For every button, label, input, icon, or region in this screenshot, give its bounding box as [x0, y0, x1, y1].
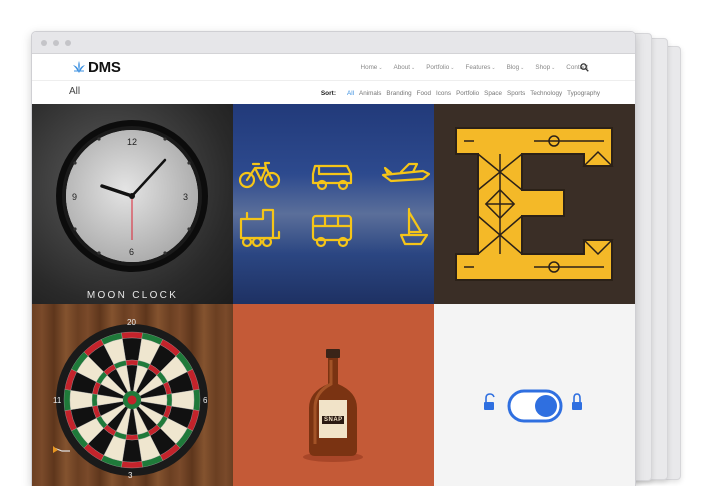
dartboard-segment [63, 389, 71, 411]
sort-option-typography[interactable]: Typography [567, 90, 600, 97]
chevron-down-icon: ⌄ [410, 64, 416, 71]
chevron-down-icon: ⌄ [551, 64, 556, 71]
nav-item-label: Shop [535, 63, 551, 71]
browser-titlebar [32, 32, 635, 54]
dartboard-segment [125, 434, 139, 441]
sort-filters: Sort: All Animals Branding Food Icons Portfol… [321, 81, 600, 105]
bottle-label: SNAP [324, 417, 343, 423]
tile-snap-bottle[interactable]: SNAP [233, 304, 434, 486]
site-logo[interactable]: DMS [72, 58, 121, 76]
dartboard-segment [125, 359, 139, 366]
chevron-down-icon: ⌄ [491, 64, 496, 71]
tile-moon-clock[interactable]: 12 3 6 9 MOON CLOCK [32, 104, 233, 304]
window-dot[interactable] [41, 40, 47, 46]
dart-number-20: 20 [127, 318, 136, 327]
dartboard-segment [91, 393, 98, 407]
sort-option-technology[interactable]: Technology [530, 90, 562, 97]
sort-option-food[interactable]: Food [417, 90, 431, 97]
tile-caption: MOON CLOCK [86, 290, 179, 301]
bus-icon [311, 214, 353, 248]
sailboat-icon [399, 207, 429, 246]
dartboard-segment [121, 331, 143, 339]
main-menu: Home⌄ About⌄ Portfolio⌄ Features⌄ Blog⌄ Shop⌄… [350, 54, 588, 80]
transport-icons-image [238, 161, 431, 248]
ornamental-letter-e-image [455, 127, 614, 281]
nav-item-label: Home [360, 63, 378, 71]
lock-icon [572, 393, 582, 410]
clock-number-12: 12 [127, 137, 138, 147]
logo-text: DMS [88, 58, 121, 76]
sort-option-portfolio[interactable]: Portfolio [456, 90, 479, 97]
clock-number-9: 9 [72, 192, 78, 202]
dartboard-segment [193, 389, 201, 411]
dartboard-segment [121, 461, 143, 469]
portfolio-filter-bar: All Sort: All Animals Branding Food Icons Por… [32, 81, 635, 106]
toggle-switch-image [484, 389, 582, 423]
bicycle-icon [238, 161, 281, 189]
nav-item-features[interactable]: Features⌄ [466, 64, 496, 71]
nav-item-shop[interactable]: Shop⌄ [535, 64, 555, 71]
sort-label: Sort: [320, 89, 337, 97]
nav-item-blog[interactable]: Blog⌄ [507, 64, 525, 71]
clock-number-6: 6 [129, 247, 135, 257]
sort-option-branding[interactable]: Branding [386, 90, 411, 97]
airplane-icon [381, 162, 431, 183]
dartboard-image [56, 324, 208, 476]
nav-item-about[interactable]: About⌄ [394, 64, 416, 71]
sort-option-sports[interactable]: Sports [507, 90, 525, 97]
dart-number-3: 3 [128, 471, 133, 480]
tile-dartboard[interactable]: 20 3 6 11 [32, 304, 233, 486]
dart-number-11: 11 [53, 396, 62, 405]
clock-number-3: 3 [183, 192, 189, 202]
site-navbar: DMS Home⌄ About⌄ Portfolio⌄ Features⌄ Blog⌄ S… [32, 54, 635, 81]
snap-bottle-image [303, 349, 363, 462]
car-icon [311, 164, 353, 191]
moon-clock-image [56, 120, 208, 272]
dartboard-segment [166, 393, 173, 407]
leaf-icon [73, 61, 85, 73]
page-title: All [69, 86, 81, 97]
tile-transport-icons[interactable] [233, 104, 434, 304]
search-icon[interactable] [580, 63, 589, 72]
browser-mockup: DMS Home⌄ About⌄ Portfolio⌄ Features⌄ Blog⌄ S… [0, 0, 704, 486]
chevron-down-icon: ⌄ [450, 64, 455, 71]
sort-option-space[interactable]: Space [484, 90, 502, 97]
unlock-icon [484, 393, 495, 410]
dart-icon [53, 446, 70, 453]
browser-window: DMS Home⌄ About⌄ Portfolio⌄ Features⌄ Blog⌄ S… [31, 31, 636, 486]
window-dot[interactable] [65, 40, 71, 46]
window-dot[interactable] [53, 40, 59, 46]
tile-toggle-switch[interactable] [434, 304, 635, 486]
sort-option-all[interactable]: All [347, 90, 354, 97]
nav-item-portfolio[interactable]: Portfolio⌄ [426, 64, 454, 71]
nav-item-home[interactable]: Home⌄ [361, 64, 383, 71]
train-icon [239, 208, 281, 248]
portfolio-grid: 12 3 6 9 MOON CLOCK 20 3 6 11 SNAP [32, 104, 635, 486]
nav-item-label: Features [465, 63, 491, 71]
sort-option-icons[interactable]: Icons [436, 90, 451, 97]
nav-item-label: Portfolio [426, 63, 450, 71]
chevron-down-icon: ⌄ [520, 64, 525, 71]
sort-option-animals[interactable]: Animals [359, 90, 381, 97]
tile-letter-e[interactable] [434, 104, 635, 304]
nav-item-label: About [393, 63, 410, 71]
dart-number-6: 6 [203, 396, 208, 405]
nav-item-label: Blog [506, 63, 520, 71]
chevron-down-icon: ⌄ [378, 64, 383, 71]
